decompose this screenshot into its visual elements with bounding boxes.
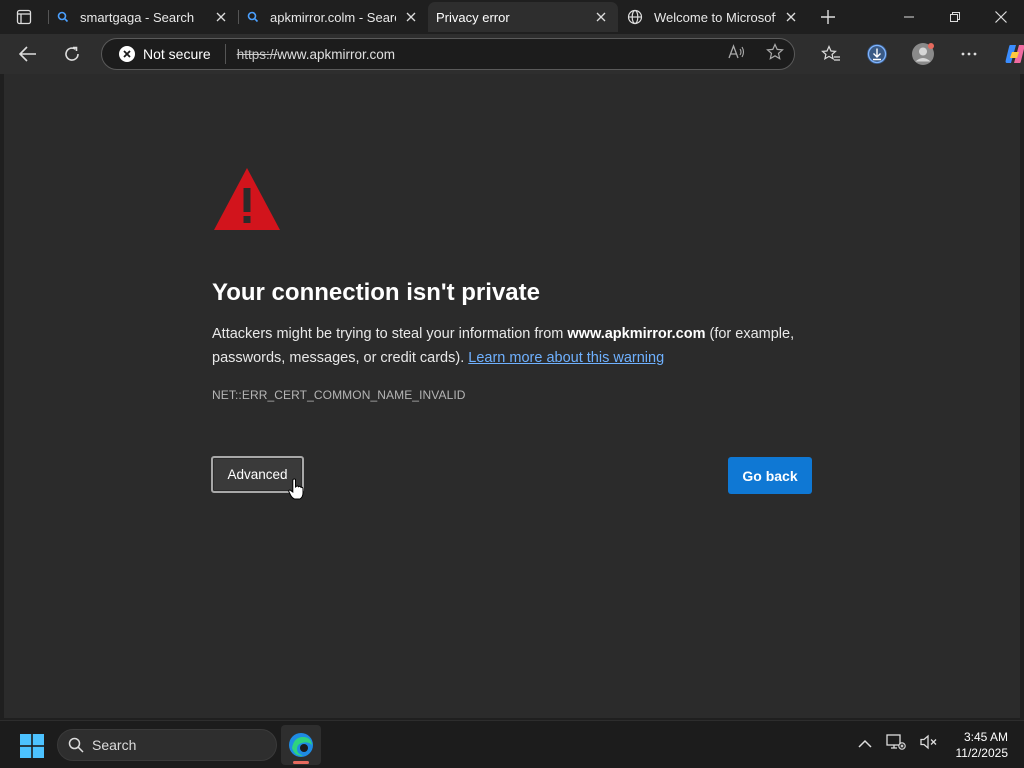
tab-welcome-edge[interactable]: Welcome to Microsoft E — [618, 2, 808, 32]
back-button[interactable] — [8, 38, 48, 70]
volume-muted-icon — [920, 734, 937, 750]
favorite-star-button[interactable] — [766, 42, 784, 66]
star-icon — [766, 42, 784, 60]
active-app-indicator — [293, 761, 309, 764]
close-tab-icon[interactable] — [782, 8, 800, 26]
search-icon — [68, 737, 84, 753]
more-dots-icon — [961, 52, 977, 56]
taskbar: Search 3:45 AM 11/2/2025 — [0, 720, 1024, 768]
taskbar-search-label: Search — [92, 737, 137, 753]
page-title: Your connection isn't private — [212, 279, 540, 306]
desc-prefix: Attackers might be trying to steal your … — [212, 326, 568, 342]
read-aloud-icon — [728, 43, 745, 58]
search-icon — [56, 10, 70, 24]
tab-title: apkmirror.colm - Search — [270, 9, 396, 25]
taskbar-clock[interactable]: 3:45 AM 11/2/2025 — [956, 729, 1009, 761]
desc-domain: www.apkmirror.com — [567, 326, 706, 342]
network-button[interactable] — [886, 733, 906, 756]
edge-icon — [289, 733, 313, 757]
tab-strip: smartgaga - Search apkmirror.colm - Sear… — [0, 0, 1024, 34]
system-tray — [858, 733, 938, 756]
site-security-chip[interactable]: Not secure — [102, 44, 226, 64]
refresh-icon — [65, 46, 79, 61]
volume-button[interactable] — [920, 733, 938, 756]
minimize-icon — [904, 16, 914, 18]
tab-actions-button[interactable] — [0, 0, 48, 34]
address-bar-actions — [728, 39, 784, 69]
address-bar[interactable]: Not secure https://www.apkmirror.com — [101, 38, 795, 70]
profile-button[interactable] — [900, 38, 946, 70]
network-icon — [886, 734, 906, 750]
toolbar-right — [808, 34, 1024, 74]
hand-cursor-icon — [288, 478, 304, 500]
tab-actions-icon — [16, 9, 32, 25]
tab-title: Privacy error — [436, 9, 510, 25]
back-arrow-icon — [19, 46, 36, 62]
error-code: NET::ERR_CERT_COMMON_NAME_INVALID — [212, 388, 466, 402]
url-text[interactable]: https://www.apkmirror.com — [237, 47, 395, 62]
downloads-button[interactable] — [854, 38, 900, 70]
chevron-up-icon — [858, 739, 872, 748]
minimize-button[interactable] — [886, 0, 932, 34]
close-icon — [995, 11, 1007, 23]
clock-date: 11/2/2025 — [955, 746, 1009, 760]
taskbar-edge-app[interactable] — [281, 725, 321, 765]
browser-window: smartgaga - Search apkmirror.colm - Sear… — [0, 0, 1024, 768]
security-label: Not secure — [143, 46, 211, 62]
warning-description: Attackers might be trying to steal your … — [212, 322, 812, 370]
profile-avatar-icon — [912, 43, 934, 65]
new-tab-button[interactable] — [808, 0, 848, 34]
tray-overflow-button[interactable] — [858, 736, 872, 754]
read-aloud-button[interactable] — [728, 43, 746, 65]
close-tab-icon[interactable] — [212, 8, 230, 26]
close-tab-icon[interactable] — [592, 8, 610, 26]
url-host: www.apkmirror.com — [277, 46, 396, 62]
clock-time: 3:45 AM — [963, 730, 1008, 744]
restore-icon — [950, 12, 960, 22]
copilot-button[interactable] — [992, 38, 1024, 70]
tab-title: Welcome to Microsoft E — [654, 9, 776, 25]
go-back-button[interactable]: Go back — [728, 457, 812, 494]
plus-icon — [821, 10, 835, 24]
close-tab-icon[interactable] — [402, 8, 420, 26]
download-icon — [867, 44, 887, 64]
tab-privacy-error[interactable]: Privacy error — [428, 2, 618, 32]
not-secure-icon — [119, 46, 135, 62]
learn-more-link[interactable]: Learn more about this warning — [468, 350, 664, 366]
tab-smartgaga[interactable]: smartgaga - Search — [48, 2, 238, 32]
window-controls — [886, 0, 1024, 34]
close-window-button[interactable] — [978, 0, 1024, 34]
copilot-icon — [1005, 45, 1024, 63]
tab-apkmirror-search[interactable]: apkmirror.colm - Search — [238, 2, 428, 32]
toolbar: Not secure https://www.apkmirror.com — [0, 34, 1024, 74]
tab-title: smartgaga - Search — [80, 9, 195, 25]
taskbar-search[interactable]: Search — [57, 729, 277, 761]
favorites-icon — [821, 45, 840, 61]
url-scheme: https:// — [236, 46, 278, 62]
search-icon — [246, 10, 260, 24]
refresh-button[interactable] — [52, 38, 92, 70]
favorites-button[interactable] — [808, 38, 854, 70]
warning-triangle-icon — [214, 168, 280, 230]
settings-more-button[interactable] — [946, 38, 992, 70]
globe-icon — [626, 8, 644, 26]
restore-button[interactable] — [932, 0, 978, 34]
page-content: Your connection isn't private Attackers … — [4, 74, 1020, 718]
windows-start-icon[interactable] — [20, 734, 44, 758]
